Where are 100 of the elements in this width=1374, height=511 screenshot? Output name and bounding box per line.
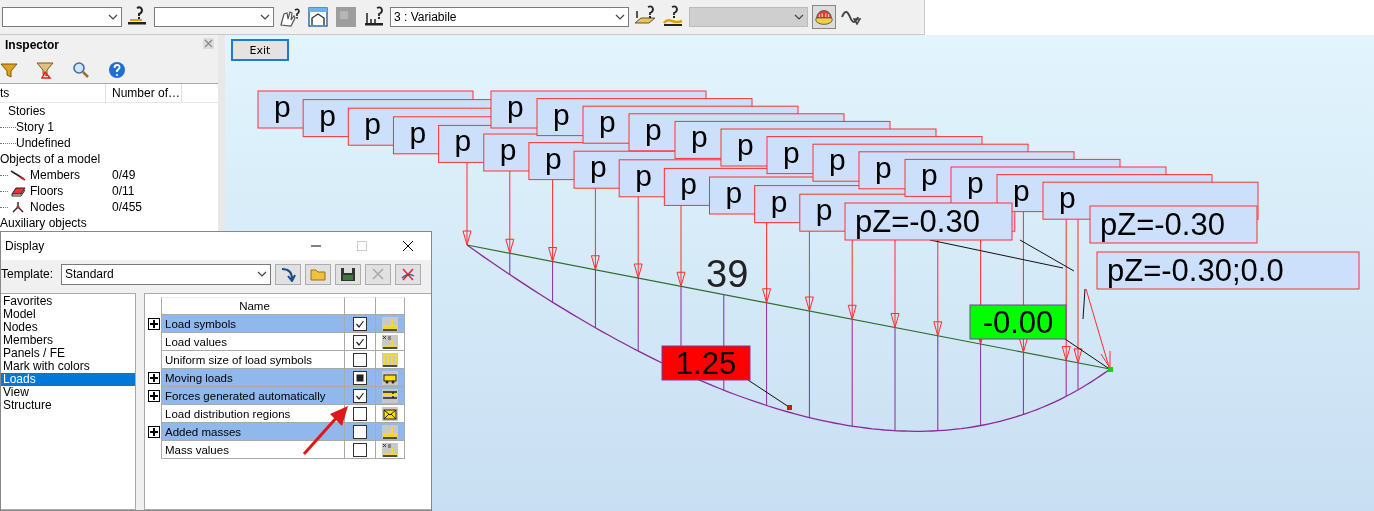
diagram-line (552, 261, 554, 303)
checkbox[interactable] (353, 442, 367, 457)
field-label: Template: (1, 267, 55, 281)
reset-button[interactable] (395, 263, 421, 285)
link-help-icon[interactable] (661, 5, 685, 29)
checkbox[interactable] (353, 316, 367, 331)
load-display-toggle[interactable] (812, 5, 836, 29)
filter-icon[interactable] (0, 61, 18, 79)
tree-item[interactable]: Story 1 (16, 120, 54, 134)
node-icon (10, 201, 26, 213)
diagram-line (1022, 351, 1024, 415)
delete-icon (369, 266, 387, 282)
table-cell: Added masses (161, 423, 345, 441)
diagram-line (594, 269, 596, 329)
category-item[interactable]: Model (1, 308, 135, 321)
category-item[interactable]: Nodes (1, 321, 135, 334)
category-item[interactable]: Favorites (1, 295, 135, 308)
checkbox[interactable] (353, 406, 367, 421)
load-value-icon (382, 334, 398, 349)
checkbox[interactable] (353, 388, 367, 403)
caret-icon (794, 14, 804, 20)
template-dropdown[interactable]: Standard (61, 263, 271, 285)
column-header (375, 297, 405, 315)
category-item[interactable]: Structure (1, 399, 135, 412)
exit-button[interactable]: Exit (231, 39, 289, 61)
column-header[interactable]: Name (161, 297, 345, 315)
variant-dropdown[interactable]: 3 : Variabile (390, 7, 629, 27)
count-cell: 0/455 (112, 200, 143, 214)
caret-icon (257, 271, 267, 277)
table-cell: Load values (161, 333, 345, 351)
category-item[interactable]: Loads (1, 373, 135, 386)
reset-icon (399, 266, 417, 282)
load-label: pZ=-0.30 (844, 202, 1013, 241)
folder-icon (309, 266, 327, 282)
window-icon[interactable] (306, 5, 330, 29)
floor-icon (10, 185, 26, 197)
uniform-load-icon (382, 352, 398, 367)
blank-tile-icon[interactable] (334, 5, 358, 29)
tree-item[interactable]: Floors (30, 184, 64, 198)
dropdown[interactable] (154, 7, 274, 27)
support-help-icon[interactable] (362, 5, 386, 29)
member-number: 39 (706, 253, 749, 295)
envelope-icon (382, 406, 398, 421)
apply-button[interactable] (275, 263, 301, 285)
save-button[interactable] (335, 263, 361, 285)
tree-item[interactable]: Members (30, 168, 80, 182)
diagram-line (1065, 360, 1067, 397)
diagram-line (509, 252, 511, 276)
node-marker (787, 405, 792, 410)
hand-help-icon[interactable] (278, 5, 302, 29)
category-item[interactable]: Members (1, 334, 135, 347)
count-cell: 0/49 (112, 168, 136, 182)
member-icon (10, 169, 26, 181)
node-marker (1108, 367, 1113, 372)
column-header[interactable]: Number of… (106, 84, 182, 102)
table-cell: Mass values (161, 441, 345, 459)
filter-clear-icon[interactable] (36, 61, 54, 79)
search-icon[interactable] (72, 61, 90, 79)
count-cell: 0/11 (112, 184, 135, 198)
expand-icon[interactable] (148, 318, 160, 330)
expand-icon[interactable] (148, 390, 160, 402)
category-item[interactable]: View (1, 386, 135, 399)
load-label: pZ=-0.30;0.0 (1096, 251, 1360, 290)
tree-item[interactable]: Nodes (30, 200, 65, 214)
diagram-line (1077, 362, 1079, 391)
caret-icon (615, 14, 625, 20)
category-item[interactable]: Panels / FE (1, 347, 135, 360)
column-header[interactable]: ts (0, 84, 106, 102)
table-cell: Moving loads (161, 369, 345, 387)
category-item[interactable]: Mark with colors (1, 360, 135, 373)
table-cell: Load symbols (161, 315, 345, 333)
window-title: Display (5, 239, 45, 253)
expand-icon[interactable] (148, 372, 160, 384)
save-icon (339, 266, 357, 282)
leader-line (1082, 288, 1086, 320)
load-symbol-icon (382, 316, 398, 331)
apply-icon (279, 266, 297, 282)
value-label: 1.25 (661, 345, 751, 381)
dropdown[interactable] (2, 7, 122, 27)
tree-item[interactable]: Undefined (16, 136, 71, 150)
caret-icon (260, 14, 270, 20)
close-icon[interactable] (203, 38, 214, 49)
help-icon[interactable] (108, 61, 126, 79)
tree-item[interactable]: Stories (8, 104, 46, 118)
expand-icon[interactable] (148, 426, 160, 438)
caret-icon (108, 14, 118, 20)
tree-item[interactable]: Auxiliary objects (0, 216, 87, 230)
tree-item[interactable]: Objects of a model (0, 152, 101, 166)
force-icon (382, 388, 398, 403)
checkbox[interactable] (353, 370, 367, 385)
load-symbol-icon (382, 424, 398, 439)
checkbox[interactable] (353, 424, 367, 439)
checkbox[interactable] (353, 352, 367, 367)
column-header (345, 297, 375, 315)
value-label: -0.00 (969, 304, 1067, 340)
leader-line (747, 379, 790, 408)
leader-line (1064, 338, 1109, 369)
checkbox[interactable] (353, 334, 367, 349)
load-value-icon (382, 442, 398, 457)
panel-title: Inspector (5, 38, 59, 52)
